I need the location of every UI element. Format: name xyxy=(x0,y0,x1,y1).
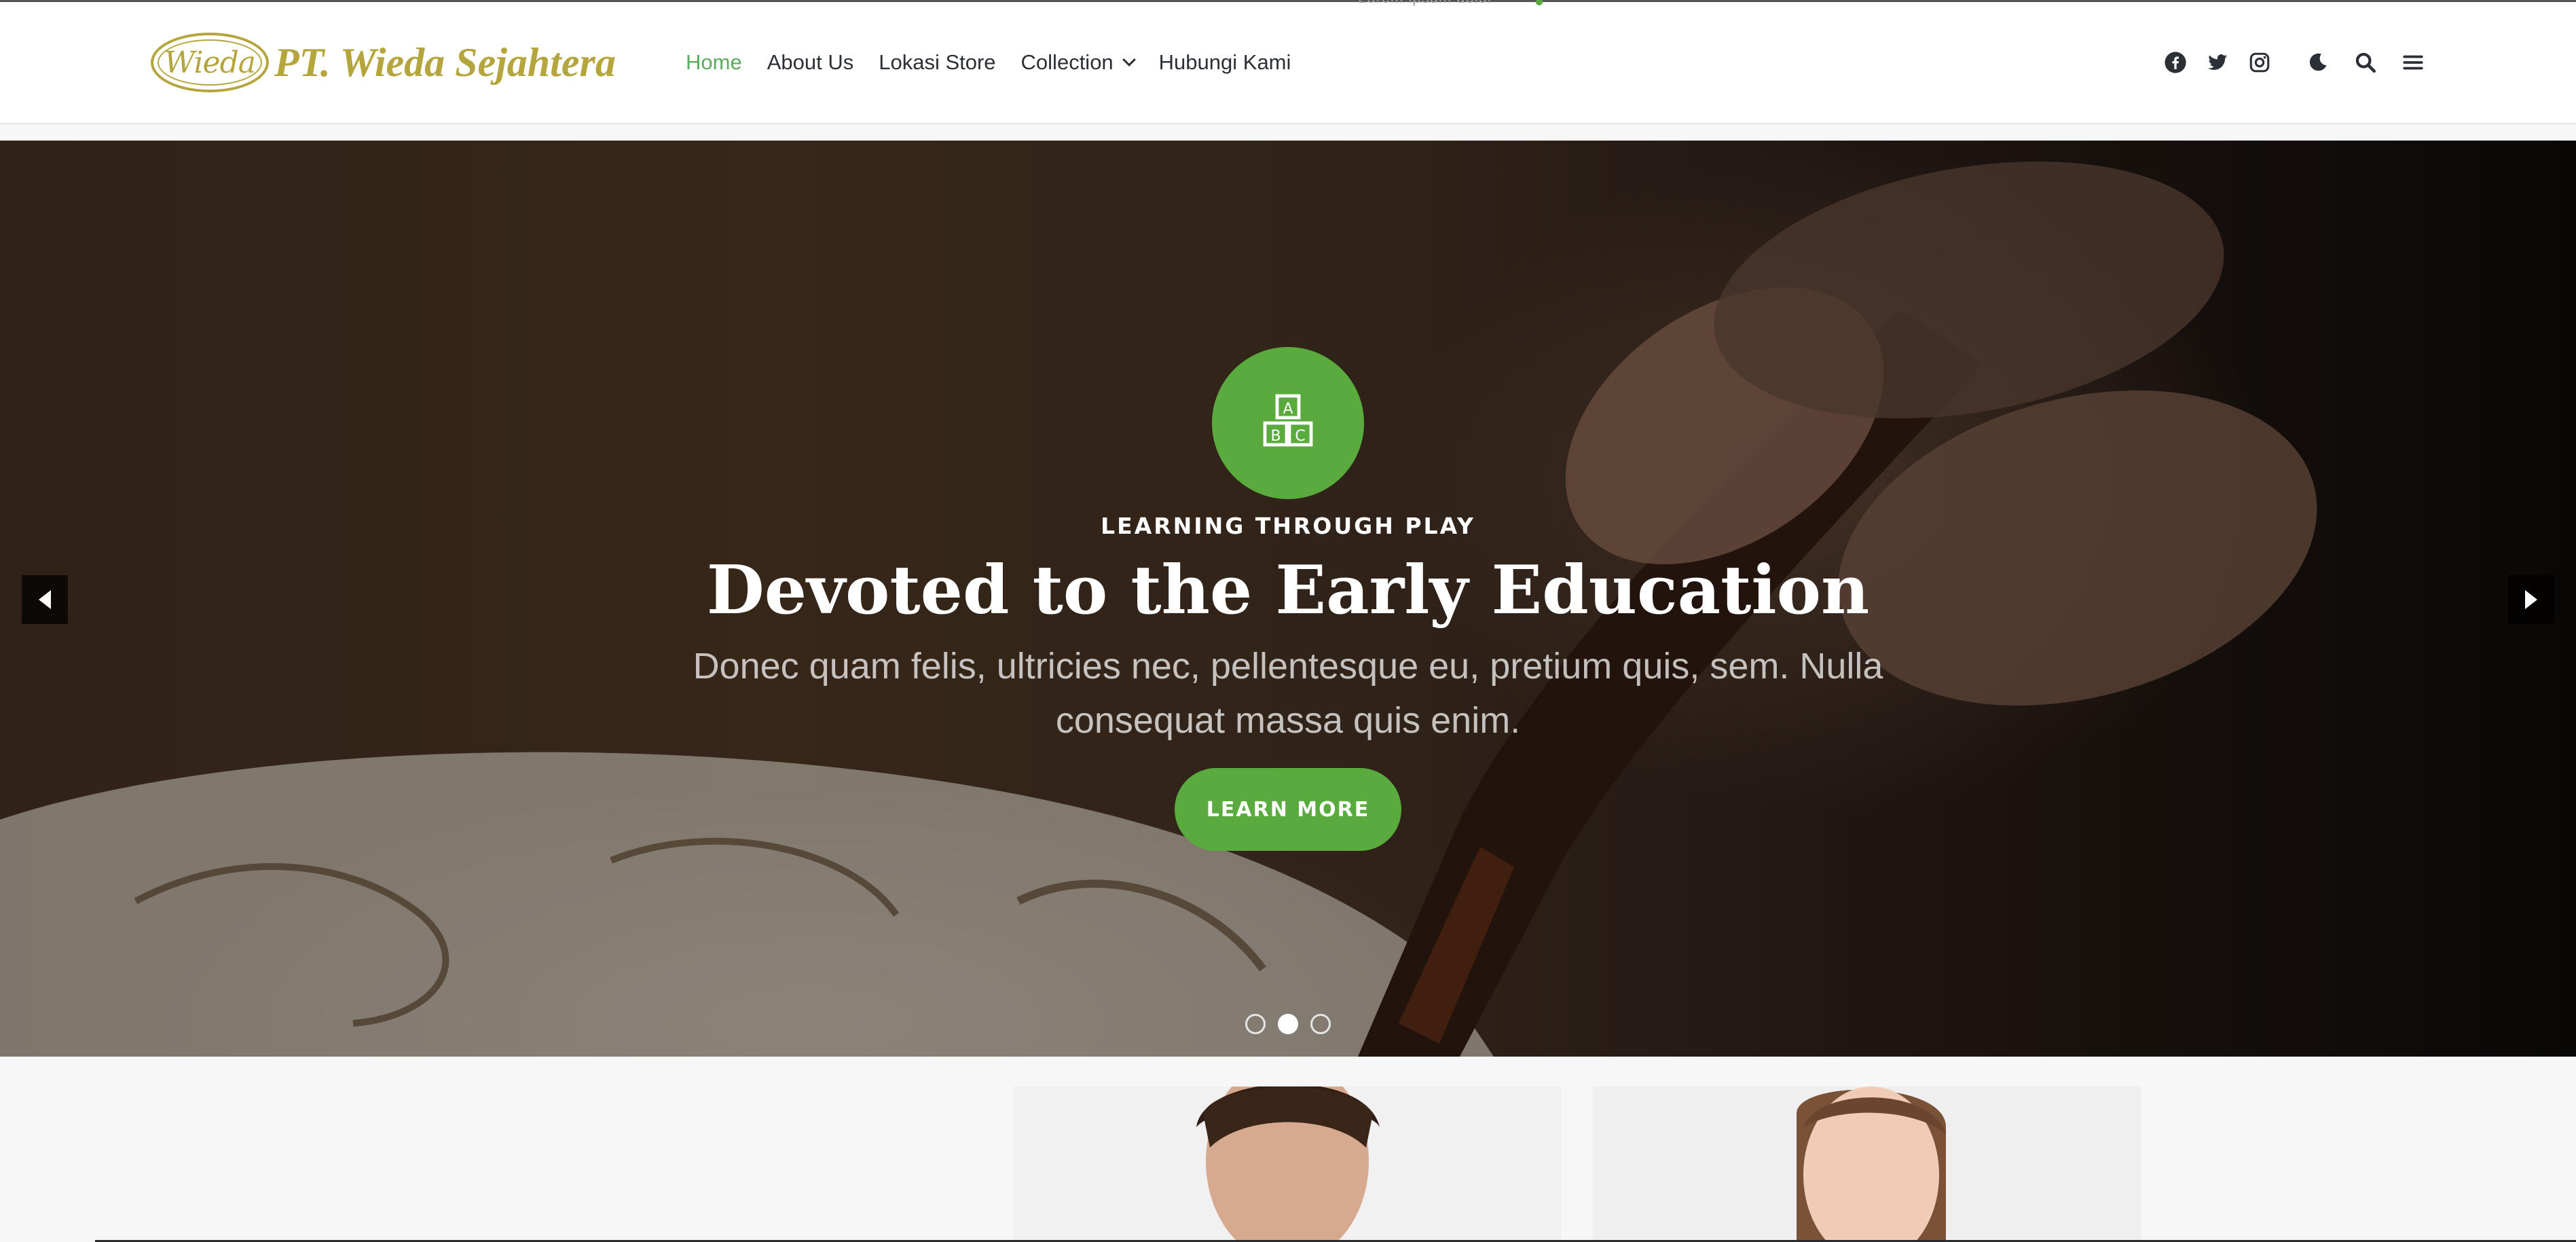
learn-more-button[interactable]: LEARN MORE xyxy=(1175,768,1401,851)
instagram-icon[interactable] xyxy=(2247,50,2272,75)
model-photo-women xyxy=(1593,1086,2141,1242)
hero-title: Devoted to the Early Education xyxy=(706,551,1870,629)
chevron-down-icon xyxy=(1122,53,1136,67)
search-icon[interactable] xyxy=(2353,50,2378,75)
site-logo[interactable]: Wieda PT. Wieda Sejahtera xyxy=(151,31,616,94)
hero-content: A B C LEARNING THROUGH PLAY Devoted to t… xyxy=(0,141,2576,1057)
arrow-right-icon xyxy=(2525,590,2537,609)
collection-card-men[interactable] xyxy=(1013,1086,1562,1242)
logo-mark: Wieda xyxy=(164,45,256,80)
logo-text: PT. Wieda Sejahtera xyxy=(274,39,616,85)
hero-kicker: LEARNING THROUGH PLAY xyxy=(1101,513,1475,539)
slider-pagination xyxy=(0,1014,2576,1041)
slider-prev-button[interactable] xyxy=(22,575,68,624)
nav-about-us[interactable]: About Us xyxy=(767,50,854,75)
block-letter-b: B xyxy=(1270,428,1281,445)
nav-home[interactable]: Home xyxy=(686,50,742,75)
nav-hubungi-kami[interactable]: Hubungi Kami xyxy=(1159,50,1291,75)
moon-icon[interactable] xyxy=(2306,50,2330,75)
model-photo-men xyxy=(1013,1086,1562,1242)
main-nav: Home About Us Lokasi Store Collection Hu… xyxy=(686,45,1291,80)
window-top-edge xyxy=(0,0,2576,2)
slider-dot-2[interactable] xyxy=(1278,1014,1298,1034)
nav-lokasi-store[interactable]: Lokasi Store xyxy=(879,50,995,75)
hero-description: Donec quam felis, ultricies nec, pellent… xyxy=(693,646,1883,741)
slider-next-button[interactable] xyxy=(2508,575,2554,624)
hero-badge: A B C xyxy=(1212,347,1364,499)
header-overflow-text: Lorem ipsum dolor xyxy=(1358,0,1493,7)
block-letter-c: C xyxy=(1295,428,1305,445)
twitter-icon[interactable] xyxy=(2205,50,2230,75)
nav-collection-label: Collection xyxy=(1020,50,1114,74)
menu-icon[interactable] xyxy=(2401,50,2425,75)
slider-dot-1[interactable] xyxy=(1245,1014,1266,1034)
hero-slider: A B C LEARNING THROUGH PLAY Devoted to t… xyxy=(0,141,2576,1057)
logo-emblem: Wieda xyxy=(151,33,269,92)
collection-card-women[interactable] xyxy=(1593,1086,2141,1242)
site-header: Lorem ipsum dolor Wieda PT. Wieda Sejaht… xyxy=(0,0,2576,124)
nav-collection[interactable]: Collection xyxy=(1020,50,1136,75)
header-tools xyxy=(2163,45,2425,80)
collection-cards xyxy=(1013,1086,2141,1242)
arrow-left-icon xyxy=(39,590,51,609)
slider-dot-3[interactable] xyxy=(1310,1014,1331,1034)
abc-blocks-icon: A B C xyxy=(1263,394,1313,447)
status-dot xyxy=(1536,0,1543,5)
block-letter-a: A xyxy=(1283,401,1293,418)
facebook-icon[interactable] xyxy=(2163,50,2188,75)
